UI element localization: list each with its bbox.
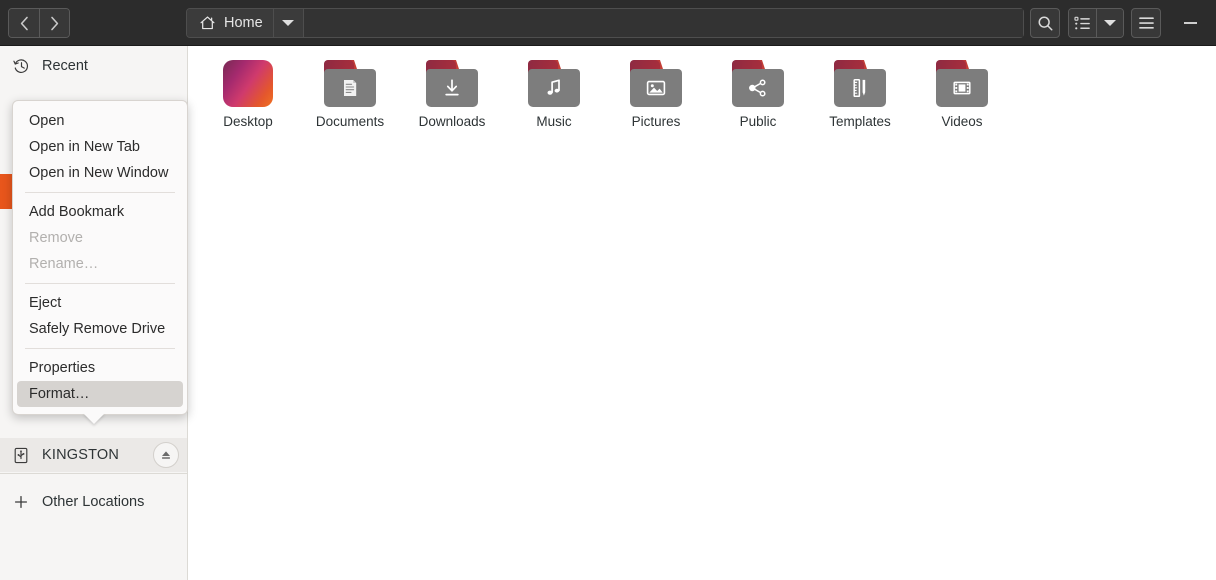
sidebar-divider [0,473,187,474]
chevron-down-icon [282,20,294,26]
hamburger-menu-icon [1138,16,1155,30]
file-item[interactable]: Downloads [401,56,503,129]
view-mode-button-group [1068,8,1124,38]
forward-button[interactable] [39,9,69,37]
context-menu-item[interactable]: Eject [17,290,183,316]
file-item[interactable]: Public [707,56,809,129]
path-bar: Home [186,8,1024,38]
context-menu-separator [25,192,175,193]
pictures-folder-icon [630,60,682,107]
context-menu-item[interactable]: Properties [17,355,183,381]
public-folder-icon [732,60,784,107]
file-view[interactable]: Desktop Documents Downloads Music Pictures Pu… [189,46,1216,580]
usb-drive-icon [12,447,30,464]
file-item-label: Videos [941,114,982,129]
sidebar-item-recent-label: Recent [42,58,88,74]
navigation-button-group [8,8,70,38]
context-menu-item[interactable]: Open in New Tab [17,134,183,160]
desktop-gradient-icon [223,60,273,107]
context-menu-item[interactable]: Open in New Window [17,160,183,186]
context-menu-tail [83,413,105,424]
file-item-label: Music [536,114,571,129]
templates-folder-icon [834,60,886,107]
context-menu-item[interactable]: Format… [17,381,183,407]
back-button[interactable] [9,9,39,37]
search-button[interactable] [1030,8,1060,38]
view-list-button[interactable] [1069,9,1096,37]
breadcrumb-home-label: Home [224,15,263,31]
sidebar-item-kingston[interactable]: KINGSTON [0,438,187,472]
context-menu-item[interactable]: Add Bookmark [17,199,183,225]
file-item[interactable]: Documents [299,56,401,129]
file-item-label: Downloads [419,114,486,129]
file-item[interactable]: Templates [809,56,911,129]
icon-grid: Desktop Documents Downloads Music Pictures Pu… [189,46,1216,129]
file-item[interactable]: Music [503,56,605,129]
header-bar: Home [0,0,1216,46]
chevron-down-icon [1104,20,1116,26]
file-item-label: Documents [316,114,384,129]
search-icon [1037,15,1054,32]
plus-icon [12,494,30,510]
music-folder-icon [528,60,580,107]
minimize-button[interactable] [1176,8,1204,38]
file-item[interactable]: Videos [911,56,1013,129]
file-item[interactable]: Pictures [605,56,707,129]
download-folder-icon [426,60,478,107]
list-view-icon [1074,16,1091,31]
view-options-button[interactable] [1096,9,1123,37]
file-item[interactable]: Desktop [197,56,299,129]
file-item-label: Templates [829,114,891,129]
path-bar-empty-area[interactable] [304,9,1023,37]
videos-folder-icon [936,60,988,107]
document-folder-icon [324,60,376,107]
sidebar-item-recent[interactable]: Recent [0,49,187,83]
context-menu-item[interactable]: Safely Remove Drive [17,316,183,342]
chevron-left-icon [20,16,29,31]
context-menu-item: Rename… [17,251,183,277]
chevron-right-icon [50,16,59,31]
path-dropdown-button[interactable] [274,9,304,37]
file-item-label: Desktop [223,114,273,129]
file-manager-window: Home [0,0,1216,580]
sidebar-item-other-locations-label: Other Locations [42,494,144,510]
breadcrumb-home[interactable]: Home [187,9,274,37]
context-menu: OpenOpen in New TabOpen in New Window Add… [12,100,188,415]
main-menu-button[interactable] [1131,8,1161,38]
home-icon [199,15,216,31]
sidebar-item-other-locations[interactable]: Other Locations [0,485,187,519]
file-item-label: Public [740,114,777,129]
context-menu-separator [25,348,175,349]
file-item-label: Pictures [632,114,681,129]
context-menu-separator [25,283,175,284]
eject-icon [160,449,172,461]
eject-button[interactable] [153,442,179,468]
context-menu-item: Remove [17,225,183,251]
context-menu-item[interactable]: Open [17,108,183,134]
clock-history-icon [12,58,30,75]
sidebar-item-kingston-label: KINGSTON [42,447,141,463]
minimize-icon [1184,22,1197,24]
